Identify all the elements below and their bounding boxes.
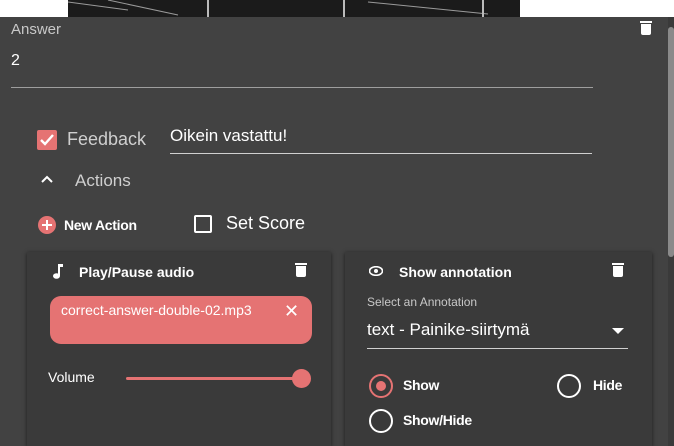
image-preview bbox=[68, 0, 520, 17]
radio-show-hide[interactable] bbox=[369, 409, 393, 433]
eye-icon bbox=[369, 266, 383, 276]
close-icon[interactable]: ✕ bbox=[284, 301, 299, 322]
answer-label: Answer bbox=[11, 21, 62, 38]
radio-show-label: Show bbox=[403, 377, 440, 393]
scrollbar-thumb[interactable] bbox=[668, 27, 674, 257]
delete-audio-action-trash-icon[interactable] bbox=[295, 263, 307, 277]
audio-file-name: correct-answer-double-02.mp3 bbox=[61, 302, 252, 318]
audio-file-chip[interactable]: correct-answer-double-02.mp3 ✕ bbox=[50, 296, 312, 344]
set-score-checkbox[interactable] bbox=[194, 215, 212, 233]
radio-hide[interactable] bbox=[557, 374, 581, 398]
radio-show[interactable] bbox=[369, 374, 393, 398]
show-annotation-card: Show annotation Select an Annotation tex… bbox=[345, 252, 652, 446]
actions-toggle[interactable]: Actions bbox=[75, 171, 131, 191]
set-score-label: Set Score bbox=[226, 213, 306, 233]
delete-answer-trash-icon[interactable] bbox=[640, 21, 652, 35]
volume-slider-thumb[interactable] bbox=[292, 369, 311, 388]
annotation-select-label: Select an Annotation bbox=[367, 295, 478, 309]
add-circle-icon bbox=[38, 216, 56, 234]
check-icon bbox=[40, 134, 54, 146]
volume-slider-track[interactable] bbox=[126, 377, 301, 380]
feedback-input[interactable]: Oikein vastattu! bbox=[170, 126, 592, 154]
annotation-select-value: text - Painike-siirtymä bbox=[367, 320, 530, 339]
scrollbar[interactable] bbox=[668, 17, 674, 446]
music-note-icon bbox=[53, 264, 63, 279]
delete-annotation-action-trash-icon[interactable] bbox=[612, 263, 624, 277]
volume-label: Volume bbox=[48, 369, 95, 385]
new-action-button[interactable]: New Action bbox=[38, 214, 137, 236]
feedback-label: Feedback bbox=[67, 129, 147, 149]
feedback-value: Oikein vastattu! bbox=[170, 126, 288, 145]
answer-input[interactable]: 2 bbox=[11, 52, 20, 70]
audio-card-title: Play/Pause audio bbox=[79, 264, 195, 280]
image-preview-lines bbox=[68, 0, 489, 17]
annotation-select[interactable]: text - Painike-siirtymä bbox=[367, 314, 628, 349]
radio-hide-label: Hide bbox=[593, 377, 623, 393]
new-action-label: New Action bbox=[64, 217, 137, 233]
feedback-checkbox[interactable] bbox=[37, 130, 57, 150]
radio-show-hide-label: Show/Hide bbox=[403, 412, 472, 428]
dropdown-arrow-icon bbox=[612, 328, 624, 334]
chevron-up-icon[interactable] bbox=[40, 174, 54, 184]
annotation-card-title: Show annotation bbox=[399, 264, 512, 280]
answer-input-underline bbox=[11, 87, 593, 88]
play-pause-audio-card: Play/Pause audio correct-answer-double-0… bbox=[27, 252, 331, 446]
